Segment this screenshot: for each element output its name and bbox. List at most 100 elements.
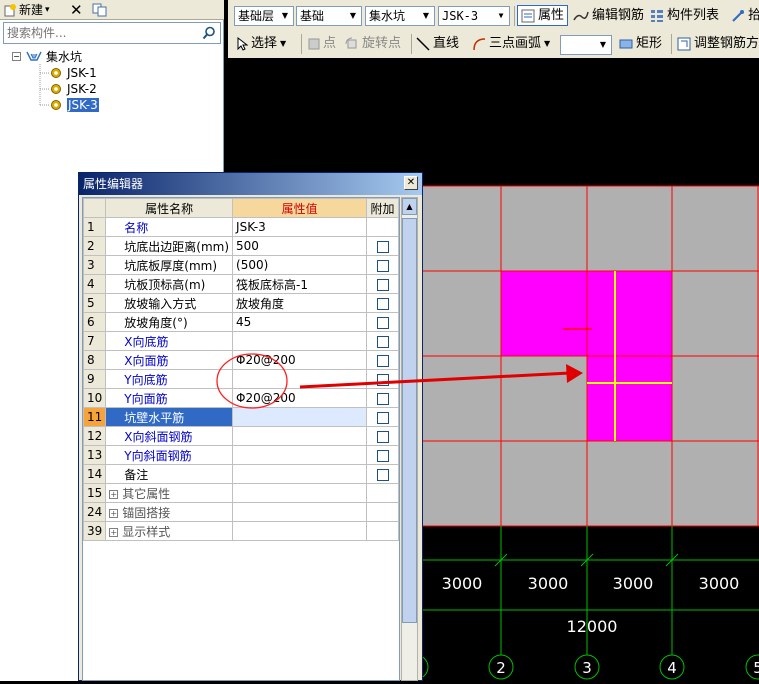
additional-checkbox[interactable] <box>376 240 389 253</box>
property-name: 备注 <box>105 464 234 484</box>
additional-checkbox[interactable] <box>376 297 389 310</box>
group-label: 其它属性 <box>122 486 171 501</box>
property-group-row[interactable]: 39 + 显示样式 <box>83 521 399 541</box>
property-row[interactable]: 12 X向斜面钢筋 <box>83 426 399 446</box>
adjust-rebar-button-label: 调整钢筋方 <box>694 36 759 51</box>
property-row[interactable]: 7 X向底筋 <box>83 331 399 351</box>
row-number: 7 <box>83 331 107 351</box>
property-scrollbar[interactable]: ▲ <box>401 197 418 681</box>
additional-checkbox[interactable] <box>376 468 389 481</box>
property-value-cell[interactable]: 放坡角度 <box>232 293 368 313</box>
property-value-cell[interactable]: 筏板底标高-1 <box>232 274 368 294</box>
property-value-cell[interactable] <box>232 445 368 465</box>
row-number: 39 <box>83 521 107 541</box>
additional-checkbox[interactable] <box>376 373 389 386</box>
property-row[interactable]: 14 备注 <box>83 464 399 484</box>
axis-label: 3 <box>582 659 592 677</box>
expand-icon[interactable]: + <box>109 527 119 537</box>
toolbar-separator <box>301 34 302 54</box>
additional-cell <box>366 312 399 332</box>
tree-item-jsk-3[interactable]: JSK-3 <box>50 97 99 113</box>
property-group-name[interactable]: + 显示样式 <box>105 521 234 541</box>
header-row-number <box>83 198 107 218</box>
additional-checkbox[interactable] <box>376 430 389 443</box>
property-group-row[interactable]: 24 + 锚固搭接 <box>83 502 399 522</box>
property-row[interactable]: 13 Y向斜面钢筋 <box>83 445 399 465</box>
property-value-cell[interactable]: 500 <box>232 236 368 256</box>
tree-item-jsk-1[interactable]: JSK-1 <box>50 65 97 81</box>
additional-checkbox[interactable] <box>376 259 389 272</box>
tree-collapse-icon[interactable]: − <box>12 51 21 61</box>
property-row[interactable]: 10 Y向面筋 Φ20@200 <box>83 388 399 408</box>
list-icon <box>651 10 663 22</box>
component-list-button[interactable]: 构件列表 <box>650 5 719 27</box>
additional-checkbox[interactable] <box>376 392 389 405</box>
line-button[interactable]: 直线 <box>416 33 459 55</box>
pick-button[interactable]: 拾 <box>731 5 759 27</box>
property-value-cell[interactable]: 45 <box>232 312 368 332</box>
property-value-cell[interactable] <box>232 464 368 484</box>
property-value-cell[interactable] <box>232 426 368 446</box>
property-group-name[interactable]: + 锚固搭接 <box>105 502 234 522</box>
property-row[interactable]: 8 X向面筋 Φ20@200 <box>83 350 399 370</box>
property-value-cell[interactable] <box>232 407 368 427</box>
additional-checkbox[interactable] <box>376 278 389 291</box>
property-value-cell[interactable] <box>232 331 368 351</box>
delete-button[interactable]: ✕ <box>70 1 83 19</box>
additional-checkbox[interactable] <box>376 335 389 348</box>
property-value-cell[interactable] <box>232 369 368 389</box>
close-icon[interactable]: ✕ <box>404 176 418 190</box>
new-button[interactable]: 新建 ▾ <box>3 1 50 18</box>
property-value-cell[interactable]: Φ20@200 <box>232 350 368 370</box>
tree-item-jsk-2[interactable]: JSK-2 <box>50 81 97 97</box>
axis-label: 2 <box>496 659 506 677</box>
select-button[interactable]: 选择 ▼ <box>236 33 286 55</box>
additional-cell <box>366 483 399 503</box>
property-button[interactable]: 属性 <box>517 5 569 26</box>
component-select[interactable]: JSK-3 ▼ <box>438 6 510 26</box>
type-select[interactable]: 集水坑 ▼ <box>365 6 435 26</box>
expand-icon[interactable]: + <box>109 489 119 499</box>
additional-cell <box>366 293 399 313</box>
search-icon[interactable] <box>202 26 216 40</box>
property-row[interactable]: 11 坑壁水平筋 <box>83 407 399 427</box>
additional-cell <box>366 350 399 370</box>
additional-checkbox[interactable] <box>376 354 389 367</box>
row-number: 3 <box>83 255 107 275</box>
property-value-cell[interactable]: (500) <box>232 255 368 275</box>
property-row[interactable]: 3 坑底板厚度(mm) (500) <box>83 255 399 275</box>
property-row[interactable]: 5 放坡输入方式 放坡角度 <box>83 293 399 313</box>
property-group-name[interactable]: + 其它属性 <box>105 483 234 503</box>
property-row[interactable]: 9 Y向底筋 <box>83 369 399 389</box>
scroll-thumb[interactable] <box>402 218 417 623</box>
three-point-arc-button[interactable]: 三点画弧 ▼ <box>472 33 550 55</box>
scroll-up-button[interactable]: ▲ <box>402 198 417 215</box>
adjust-rebar-button[interactable]: 调整钢筋方 <box>677 33 759 55</box>
additional-checkbox[interactable] <box>376 449 389 462</box>
rotate-point-button[interactable]: 旋转点 <box>345 33 401 55</box>
category-select[interactable]: 基础 ▼ <box>296 6 362 26</box>
property-row[interactable]: 4 坑板顶标高(m) 筏板底标高-1 <box>83 274 399 294</box>
tree-root-集水坑[interactable]: − 集水坑 <box>12 48 82 64</box>
property-row[interactable]: 1 名称 JSK-3 <box>83 217 399 237</box>
search-box[interactable] <box>3 22 221 44</box>
property-row[interactable]: 2 坑底出边距离(mm) 500 <box>83 236 399 256</box>
property-editor-titlebar[interactable]: 属性编辑器 ✕ <box>79 173 422 195</box>
property-row[interactable]: 6 放坡角度(°) 45 <box>83 312 399 332</box>
property-name: Y向底筋 <box>105 369 234 389</box>
rectangle-button[interactable]: 矩形 <box>619 33 662 55</box>
additional-checkbox[interactable] <box>376 316 389 329</box>
property-value-cell[interactable]: JSK-3 <box>232 217 368 237</box>
additional-checkbox[interactable] <box>376 411 389 424</box>
property-group-row[interactable]: 15 + 其它属性 <box>83 483 399 503</box>
expand-icon[interactable]: + <box>109 508 119 518</box>
new-dropdown-arrow[interactable]: ▾ <box>45 5 50 15</box>
edit-rebar-button[interactable]: 编辑钢筋 <box>573 5 644 27</box>
property-value-cell[interactable]: Φ20@200 <box>232 388 368 408</box>
layer-select[interactable]: 基础层 ▼ <box>234 6 294 26</box>
row-number: 5 <box>83 293 107 313</box>
search-input[interactable] <box>7 25 197 41</box>
draw-mode-select[interactable]: ▼ <box>560 35 612 55</box>
point-button[interactable]: 点 <box>308 33 336 55</box>
copy-button[interactable] <box>92 1 108 18</box>
